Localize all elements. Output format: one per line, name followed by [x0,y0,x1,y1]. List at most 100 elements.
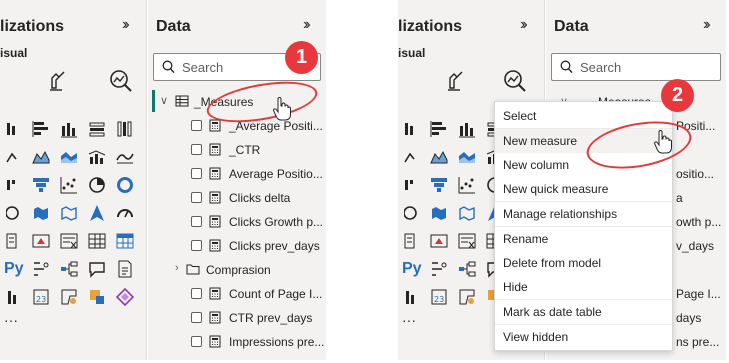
smart-narrative-icon[interactable] [116,260,134,278]
decomposition-tree-icon[interactable] [458,260,476,278]
waterfall-chart-icon[interactable] [404,176,422,194]
field-item[interactable]: Clicks Growth p... [148,210,326,234]
field-checkbox[interactable] [191,192,202,203]
collapse-chevron-icon[interactable]: ›› [703,16,710,34]
power-apps-icon[interactable] [458,288,476,306]
100-percent-bar-chart-icon[interactable] [88,120,106,138]
search-icon [560,60,573,74]
field-item[interactable]: Clicks delta [148,186,326,210]
menu-item-hide[interactable]: Hide [495,275,672,299]
kpi-icon[interactable] [430,232,448,250]
more-visuals-icon[interactable]: ··· [402,312,420,330]
expand-caret-icon[interactable]: ∨ [160,94,168,107]
power-apps-icon[interactable] [60,288,78,306]
collapse-chevron-icon[interactable]: ›› [303,16,310,34]
stacked-area-chart-icon[interactable] [60,148,78,166]
field-item[interactable]: Impressions pre... [148,330,326,354]
search-input[interactable]: Search [551,53,721,81]
stacked-column-chart-icon[interactable] [60,120,78,138]
map-icon[interactable] [32,204,50,222]
field-checkbox[interactable] [191,240,202,251]
menu-item-new-quick-measure[interactable]: New quick measure [495,177,672,201]
data-pane-title: Data [554,18,589,35]
stacked-bar-chart-icon[interactable] [404,120,422,138]
stacked-bar-chart-icon[interactable] [6,120,24,138]
field-checkbox[interactable] [191,168,202,179]
azure-map-icon[interactable] [88,204,106,222]
qa-visual-icon[interactable] [88,260,106,278]
key-influencers-icon[interactable] [430,260,448,278]
pie-chart-icon[interactable] [88,176,106,194]
card-icon[interactable] [404,232,422,250]
python-visual-icon[interactable]: Py [402,260,422,278]
line-chart-icon[interactable] [6,148,24,166]
field-item[interactable]: CTR prev_days [148,306,326,330]
step-badge: 1 [285,41,318,74]
more-visuals-icon[interactable]: ··· [4,312,22,330]
menu-item-delete-from-model[interactable]: Delete from model [495,251,672,275]
line-and-column-chart-icon[interactable] [88,148,106,166]
power-automate-icon[interactable] [88,288,106,306]
menu-item-rename[interactable]: Rename [495,227,672,251]
slicer-icon[interactable] [458,232,476,250]
treemap-icon[interactable] [6,204,24,222]
format-visual-icon[interactable] [44,68,70,94]
field-item[interactable]: Average Positio... [148,162,326,186]
folder-node[interactable]: › Comprasion [148,258,326,282]
funnel-chart-icon[interactable] [430,176,448,194]
scatter-chart-icon[interactable] [458,176,476,194]
kpi-icon[interactable] [32,232,50,250]
field-item[interactable]: _CTR [148,138,326,162]
100-percent-column-chart-icon[interactable] [116,120,134,138]
python-visual-icon[interactable]: Py [4,260,24,278]
hand-cursor-icon [273,97,291,121]
collapse-chevron-icon[interactable]: ›› [122,16,129,34]
card-icon[interactable] [6,232,24,250]
key-influencers-icon[interactable] [32,260,50,278]
waterfall-chart-icon[interactable] [6,176,24,194]
field-checkbox[interactable] [191,216,202,227]
menu-item-view-hidden[interactable]: View hidden [495,325,672,349]
scatter-chart-icon[interactable] [60,176,78,194]
field-checkbox[interactable] [191,144,202,155]
menu-item-mark-as-date-table[interactable]: Mark as date table [495,300,672,324]
metrics-icon[interactable]: 23 [430,288,448,306]
table-icon[interactable] [88,232,106,250]
field-item[interactable]: Count of Page I... [148,282,326,306]
funnel-chart-icon[interactable] [32,176,50,194]
clustered-bar-chart-icon[interactable] [32,120,50,138]
stacked-area-chart-icon[interactable] [458,148,476,166]
filled-map-icon[interactable] [458,204,476,222]
ribbon-chart-icon[interactable] [116,148,134,166]
field-checkbox[interactable] [191,120,202,131]
map-icon[interactable] [430,204,448,222]
metrics-icon[interactable]: 23 [32,288,50,306]
area-chart-icon[interactable] [32,148,50,166]
treemap-icon[interactable] [404,204,422,222]
format-visual-icon[interactable] [442,68,468,94]
menu-item-manage-relationships[interactable]: Manage relationships [495,202,672,226]
stacked-column-chart-icon[interactable] [458,120,476,138]
matrix-icon[interactable] [116,232,134,250]
paginated-report-icon[interactable] [6,288,24,306]
field-checkbox[interactable] [191,312,202,323]
decomposition-tree-icon[interactable] [60,260,78,278]
field-checkbox[interactable] [191,336,202,347]
collapse-caret-icon[interactable]: › [175,262,179,274]
filled-map-icon[interactable] [60,204,78,222]
analytics-icon[interactable] [502,68,528,94]
line-chart-icon[interactable] [404,148,422,166]
calculator-measure-icon [209,143,221,156]
analytics-icon[interactable] [108,68,134,94]
slicer-icon[interactable] [60,232,78,250]
donut-chart-icon[interactable] [116,176,134,194]
gauge-icon[interactable] [116,204,134,222]
power-apps-diamond-icon[interactable] [116,288,134,306]
paginated-report-icon[interactable] [404,288,422,306]
collapse-chevron-icon[interactable]: ›› [520,16,527,34]
folder-icon [186,264,200,275]
field-checkbox[interactable] [191,288,202,299]
clustered-bar-chart-icon[interactable] [430,120,448,138]
field-item[interactable]: Clicks prev_days [148,234,326,258]
area-chart-icon[interactable] [430,148,448,166]
